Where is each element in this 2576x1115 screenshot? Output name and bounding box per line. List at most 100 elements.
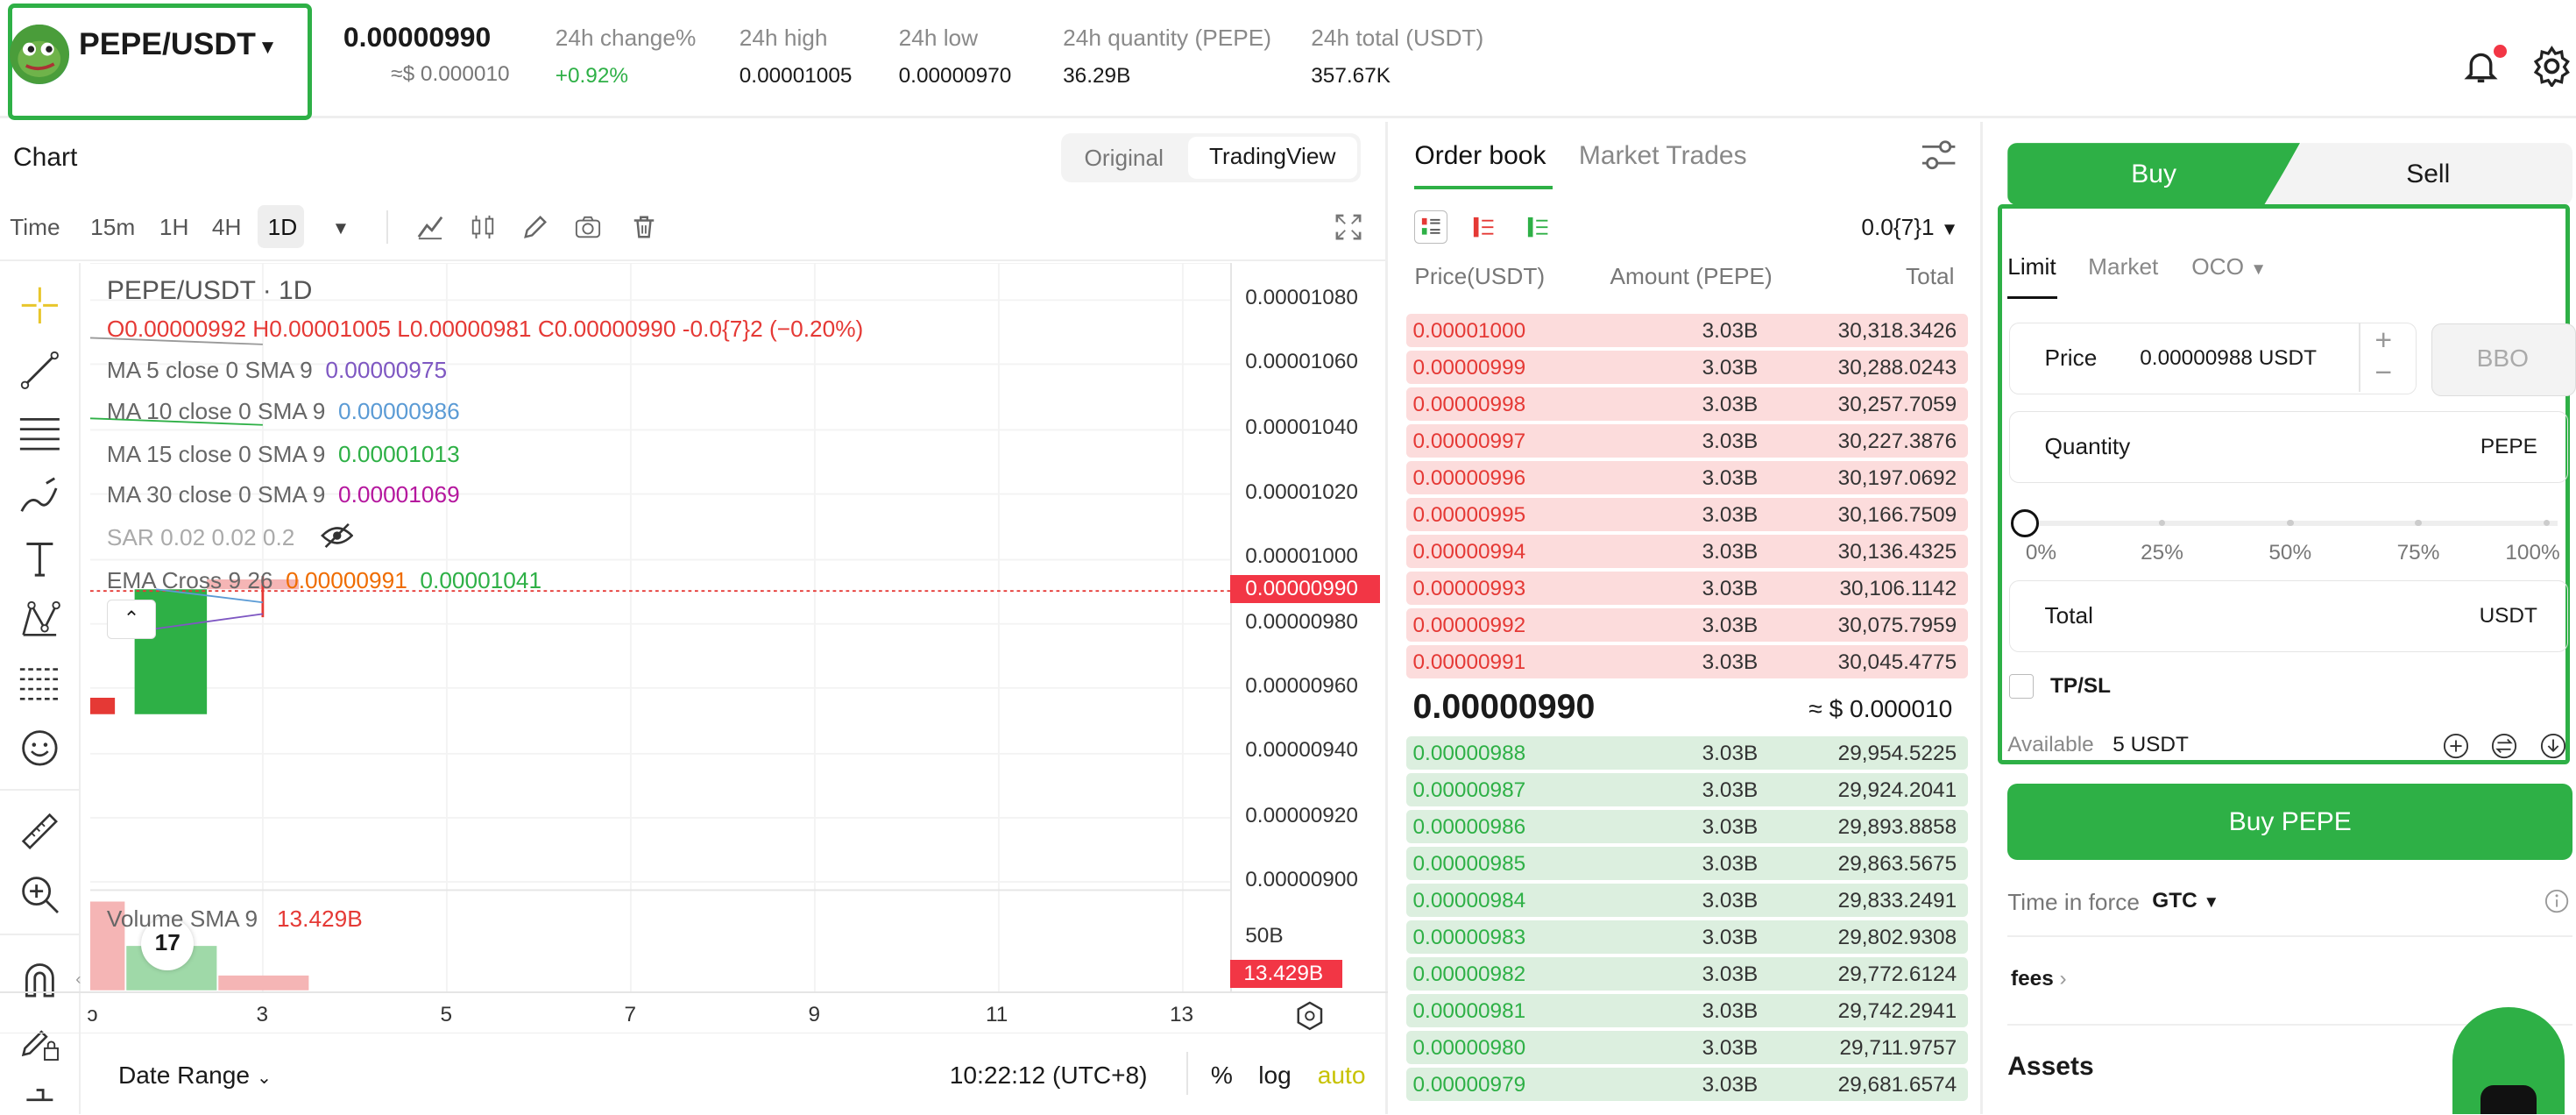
collapse-legend-button[interactable]: ⌃ <box>106 600 157 640</box>
timeframe-time[interactable]: Time <box>10 214 60 241</box>
book-bids-icon[interactable] <box>1526 216 1549 238</box>
bid-row[interactable]: 0.00000985 3.03B 29,863.5675 <box>1406 847 1969 880</box>
increment-button[interactable]: + <box>2374 323 2392 358</box>
slider-mark-50[interactable]: 50% <box>2268 541 2311 565</box>
download-icon[interactable] <box>2540 733 2566 759</box>
timeframe-1d[interactable]: 1D <box>268 214 298 241</box>
ruler-icon[interactable] <box>18 810 61 853</box>
tab-orderbook[interactable]: Order book <box>1414 141 1546 171</box>
ask-total: 30,288.0243 <box>1837 355 1957 380</box>
bid-row[interactable]: 0.00000987 3.03B 29,924.2041 <box>1406 773 1969 806</box>
quantity-field[interactable]: Quantity PEPE <box>2009 410 2568 484</box>
slider-handle[interactable] <box>2011 509 2039 538</box>
info-icon[interactable] <box>2544 889 2569 913</box>
deposit-plus-icon[interactable] <box>2443 733 2469 759</box>
bid-row[interactable]: 0.00000982 3.03B 29,772.6124 <box>1406 957 1969 991</box>
bid-row[interactable]: 0.00000983 3.03B 29,802.9308 <box>1406 920 1969 954</box>
scroll-left-icon[interactable]: ‹ <box>75 969 81 989</box>
tpsl-checkbox[interactable] <box>2009 673 2035 699</box>
book-asks-icon[interactable] <box>1472 216 1495 238</box>
bid-row[interactable]: 0.00000986 3.03B 29,893.8858 <box>1406 810 1969 843</box>
bid-row[interactable]: 0.00000981 3.03B 29,742.2941 <box>1406 994 1969 1027</box>
order-type-market[interactable]: Market <box>2088 253 2158 281</box>
pair-name[interactable]: PEPE/USDT <box>79 26 256 62</box>
more-tools-icon[interactable] <box>18 1083 61 1115</box>
slider-mark-25[interactable]: 25% <box>2141 541 2183 565</box>
ask-row[interactable]: 0.00000997 3.03B 30,227.3876 <box>1406 424 1969 458</box>
percent-scale-button[interactable]: % <box>1211 1062 1233 1090</box>
slider-mark-100[interactable]: 100% <box>2505 541 2559 565</box>
decrement-button[interactable]: − <box>2374 356 2392 390</box>
ask-row[interactable]: 0.00000998 3.03B 30,257.7059 <box>1406 387 1969 421</box>
view-original-button[interactable]: Original <box>1085 145 1164 172</box>
order-type-oco-label: OCO <box>2191 252 2245 280</box>
date-range-button[interactable]: Date Range ⌄ <box>118 1062 272 1090</box>
log-scale-button[interactable]: log <box>1258 1062 1292 1090</box>
lock-drawing-icon[interactable] <box>18 1020 61 1063</box>
ask-row[interactable]: 0.00000996 3.03B 30,197.0692 <box>1406 461 1969 494</box>
mid-price: 0.00000990 <box>1412 686 1596 726</box>
fib-tool-icon[interactable] <box>18 663 61 706</box>
time-in-force-value: GTC <box>2152 889 2197 913</box>
ask-row[interactable]: 0.00001000 3.03B 30,318.3426 <box>1406 314 1969 347</box>
timeframe-15m[interactable]: 15m <box>90 214 135 241</box>
buy-pepe-button[interactable]: Buy PEPE <box>2007 784 2573 860</box>
ask-amount: 3.03B <box>1702 392 1759 416</box>
tab-market-trades[interactable]: Market Trades <box>1579 141 1747 171</box>
order-type-limit[interactable]: Limit <box>2007 253 2056 281</box>
pattern-tool-icon[interactable] <box>18 599 61 642</box>
magnet-icon[interactable] <box>18 958 61 1001</box>
buy-tab[interactable]: Buy <box>2007 143 2300 206</box>
bid-row[interactable]: 0.00000988 3.03B 29,954.5225 <box>1406 736 1969 770</box>
candle-type-icon[interactable] <box>470 214 496 240</box>
price-field[interactable]: Price 0.00000988 USDT + − <box>2009 322 2417 394</box>
ask-row[interactable]: 0.00000999 3.03B 30,288.0243 <box>1406 351 1969 384</box>
brush-icon[interactable] <box>18 475 61 518</box>
settings-gear-icon[interactable] <box>2530 45 2573 88</box>
emoji-icon[interactable] <box>18 727 61 770</box>
sell-tab[interactable]: Sell <box>2263 143 2573 206</box>
timeframe-1h[interactable]: 1H <box>159 214 189 241</box>
time-in-force-select[interactable]: GTC ▼ <box>2152 889 2219 913</box>
zoom-in-icon[interactable] <box>18 873 61 916</box>
price-input[interactable]: 0.00000988 USDT <box>2140 346 2317 371</box>
trend-line-icon[interactable] <box>18 349 61 392</box>
volume-study-name: Volume SMA 9 <box>106 905 258 933</box>
horizontal-lines-icon[interactable] <box>18 411 61 454</box>
ask-row[interactable]: 0.00000994 3.03B 30,136.4325 <box>1406 535 1969 568</box>
timeframe-4h[interactable]: 4H <box>212 214 242 241</box>
text-tool-icon[interactable] <box>18 537 61 580</box>
camera-icon[interactable] <box>575 214 601 240</box>
pencil-icon[interactable] <box>522 214 548 240</box>
total-field[interactable]: Total USDT <box>2009 579 2568 653</box>
indicator-icon[interactable] <box>417 214 443 240</box>
view-tradingview-button[interactable]: TradingView <box>1187 136 1357 180</box>
crosshair-icon[interactable] <box>18 284 61 327</box>
ask-row[interactable]: 0.00000991 3.03B 30,045.4775 <box>1406 645 1969 678</box>
chat-support-button[interactable] <box>2452 1007 2565 1115</box>
ask-row[interactable]: 0.00000995 3.03B 30,166.7509 <box>1406 498 1969 531</box>
bbo-button[interactable]: BBO <box>2431 323 2576 396</box>
transfer-icon[interactable] <box>2491 733 2517 759</box>
slider-mark-75[interactable]: 75% <box>2397 541 2440 565</box>
sliders-icon[interactable] <box>1921 138 1957 172</box>
study-ma5-value: 0.00000975 <box>325 356 448 383</box>
ask-row[interactable]: 0.00000992 3.03B 30,075.7959 <box>1406 608 1969 642</box>
precision-select[interactable]: 0.0{7}1 ▼ <box>1861 214 1958 241</box>
bid-row[interactable]: 0.00000984 3.03B 29,833.2491 <box>1406 884 1969 917</box>
fees-link[interactable]: fees › <box>2011 967 2067 991</box>
timeframe-more-caret-icon[interactable]: ▼ <box>332 218 350 239</box>
trash-icon[interactable] <box>631 214 657 240</box>
chart-settings-icon[interactable] <box>1295 1001 1325 1031</box>
hidden-eye-icon[interactable] <box>320 522 354 549</box>
fullscreen-icon[interactable] <box>1335 214 1362 240</box>
book-both-icon[interactable] <box>1414 210 1447 244</box>
bid-row[interactable]: 0.00000980 3.03B 29,711.9757 <box>1406 1031 1969 1064</box>
auto-scale-button[interactable]: auto <box>1318 1062 1366 1090</box>
bid-row[interactable]: 0.00000979 3.03B 29,681.6574 <box>1406 1068 1969 1101</box>
order-type-oco[interactable]: OCO ▼ <box>2191 253 2267 281</box>
caret-down-icon[interactable]: ▼ <box>258 36 277 59</box>
ask-row[interactable]: 0.00000993 3.03B 30,106.1142 <box>1406 572 1969 605</box>
slider-mark-0[interactable]: 0% <box>2026 541 2056 565</box>
bid-price: 0.00000988 <box>1412 741 1526 765</box>
